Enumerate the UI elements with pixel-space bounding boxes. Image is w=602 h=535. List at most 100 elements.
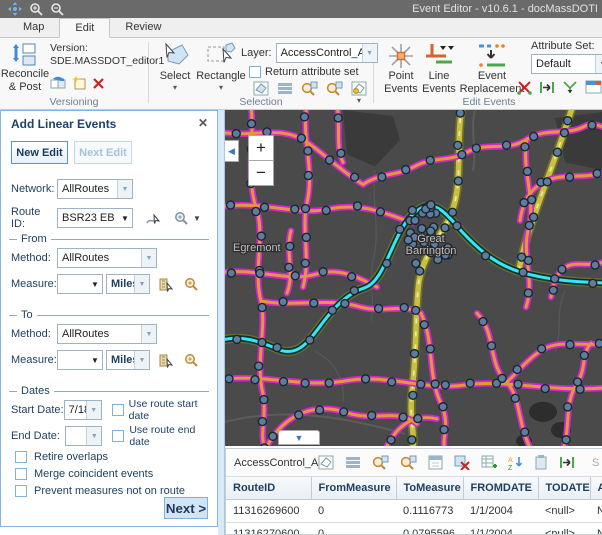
attribute-window-icon[interactable] [585, 80, 602, 94]
reconcile-post-button[interactable]: Reconcile & Post [2, 42, 48, 93]
merge-event-icon[interactable] [562, 80, 578, 95]
to-method-value: AllRoutes [58, 328, 141, 340]
table-row[interactable]: 1131627060000.07955961/1/2004<null>N [226, 523, 602, 535]
point-events-icon [387, 42, 415, 70]
svg-text:Z: Z [508, 465, 513, 470]
route-zoom-icon[interactable] [174, 211, 189, 226]
save-button-partial[interactable]: S [592, 457, 599, 469]
collapse-table-icon[interactable]: ▼ [278, 430, 320, 445]
edit-events-group-label: Edit Events [414, 96, 564, 108]
route-zoom-caret[interactable]: ▼ [193, 214, 201, 223]
tab-review[interactable]: Review [110, 18, 176, 38]
show-records-icon[interactable] [277, 81, 293, 96]
next-edit-button[interactable]: Next Edit [74, 141, 132, 164]
column-header-ToMeasure[interactable]: ToMeasure [396, 477, 463, 500]
line-events-button[interactable]: Line Events [422, 42, 456, 95]
attribute-set-combobox[interactable]: Default ▼ [531, 54, 602, 74]
from-unit-combobox[interactable]: Miles ▼ [106, 274, 150, 294]
selectable-layers-icon [351, 81, 367, 96]
rectangle-tool-button[interactable]: Rectangle ▾ [197, 42, 245, 92]
select-route-on-map-icon[interactable] [145, 211, 161, 226]
map-view[interactable]: Egremont Great Barrington ◀ + − ▼ [225, 110, 602, 446]
route-id-label: Route ID: [11, 206, 57, 230]
table-cell: 0.1116773 [396, 500, 463, 523]
map-zoom-in-button[interactable]: + [248, 135, 274, 161]
split-event-icon[interactable] [517, 80, 532, 95]
start-date-combobox[interactable]: 7/18/ ▼ [64, 400, 102, 420]
table-cell: <null> [538, 523, 590, 535]
from-legend: From [21, 233, 47, 245]
column-header-RouteID[interactable]: RouteID [226, 477, 311, 500]
table-row[interactable]: 1131626960000.11167731/1/2004<null>N [226, 500, 602, 523]
end-date-combobox[interactable]: ▼ [65, 426, 102, 446]
zoom-out-icon[interactable] [50, 2, 65, 16]
reconcile-post-icon [11, 42, 39, 68]
option-checkbox-0[interactable] [15, 451, 27, 463]
use-route-start-date-checkbox[interactable] [112, 404, 124, 416]
select-tool-button[interactable]: Select ▾ [153, 42, 197, 92]
select-by-polygon-icon[interactable] [253, 81, 269, 96]
table-zoom-to-selected-icon[interactable] [372, 455, 389, 470]
to-measure-zoom-icon[interactable] [184, 353, 199, 368]
new-version-icon[interactable] [72, 76, 87, 90]
copy-records-icon[interactable] [534, 455, 548, 470]
tab-map[interactable]: Map [8, 18, 59, 38]
collapse-panel-icon[interactable]: ◀ [225, 140, 239, 162]
from-method-combobox[interactable]: AllRoutes ▼ [57, 248, 157, 268]
to-measure-label: Measure: [11, 354, 57, 366]
to-unit-value: Miles [107, 354, 134, 366]
point-events-label: Point Events [382, 70, 420, 95]
from-unit-value: Miles [107, 278, 134, 290]
use-route-end-date-checkbox[interactable] [112, 430, 124, 442]
to-method-combobox[interactable]: AllRoutes ▼ [57, 324, 157, 344]
column-header-FROMDATE[interactable]: FROMDATE [463, 477, 538, 500]
map-zoom-out-button[interactable]: − [248, 160, 274, 186]
versioning-group-label: Versioning [0, 96, 148, 108]
table-pan-to-selected-icon[interactable] [400, 455, 417, 470]
from-measure-combobox[interactable]: ▼ [57, 274, 103, 294]
add-records-icon[interactable] [481, 455, 497, 470]
event-replacement-button[interactable]: Event Replacement [458, 42, 526, 95]
network-combobox[interactable]: AllRoutes ▼ [57, 179, 133, 199]
map-canvas[interactable]: Egremont Great Barrington [225, 110, 602, 446]
option-checkbox-2[interactable] [15, 485, 27, 497]
zoom-in-icon[interactable] [29, 2, 44, 16]
from-measure-zoom-icon[interactable] [184, 277, 199, 292]
layer-combobox[interactable]: AccessControl_A ▼ [276, 43, 378, 63]
column-header-FromMeasure[interactable]: FromMeasure [311, 477, 396, 500]
from-measure-label: Measure: [11, 278, 57, 290]
column-header-AC[interactable]: AC [590, 477, 602, 500]
route-id-value: BSR23 EB [58, 212, 118, 224]
attribute-table: RouteIDFromMeasureToMeasureFROMDATETODAT… [226, 477, 602, 535]
clear-selection-icon[interactable] [454, 455, 470, 470]
column-header-TODATE[interactable]: TODATE [538, 477, 590, 500]
network-value: AllRoutes [58, 183, 117, 195]
change-version-icon[interactable] [50, 76, 66, 90]
add-linear-events-panel: Add Linear Events ✕ New Edit Next Edit N… [0, 110, 218, 527]
to-unit-combobox[interactable]: Miles ▼ [106, 350, 150, 370]
table-select-features-icon[interactable] [318, 455, 334, 470]
panel-close-icon[interactable]: ✕ [198, 116, 208, 130]
measure-records-icon[interactable] [559, 455, 575, 470]
field-calculator-icon[interactable] [428, 455, 443, 470]
new-edit-button[interactable]: New Edit [11, 141, 68, 164]
to-measure-combobox[interactable]: ▼ [57, 350, 103, 370]
next-button[interactable]: Next > [164, 497, 208, 519]
to-measure-pick-icon[interactable] [159, 353, 174, 368]
return-attribute-set-checkbox[interactable] [249, 66, 261, 78]
network-label: Network: [11, 183, 57, 195]
from-measure-pick-icon[interactable] [159, 277, 174, 292]
sort-icon[interactable]: A Z [508, 455, 523, 470]
table-show-selected-icon[interactable] [345, 455, 361, 470]
route-id-combobox[interactable]: BSR23 EB ▼ [57, 208, 133, 228]
point-events-button[interactable]: Point Events [382, 42, 420, 95]
zoom-to-selection-icon[interactable] [301, 81, 318, 96]
pan-to-selection-icon[interactable] [326, 81, 343, 96]
option-checkbox-1[interactable] [15, 468, 27, 480]
town-label-egremont: Egremont [233, 242, 281, 254]
delete-version-icon[interactable] [93, 78, 104, 89]
panel-splitter[interactable] [218, 110, 225, 535]
pan-icon[interactable] [7, 2, 23, 16]
tab-edit[interactable]: Edit [59, 18, 110, 38]
retire-event-icon[interactable] [539, 80, 555, 95]
